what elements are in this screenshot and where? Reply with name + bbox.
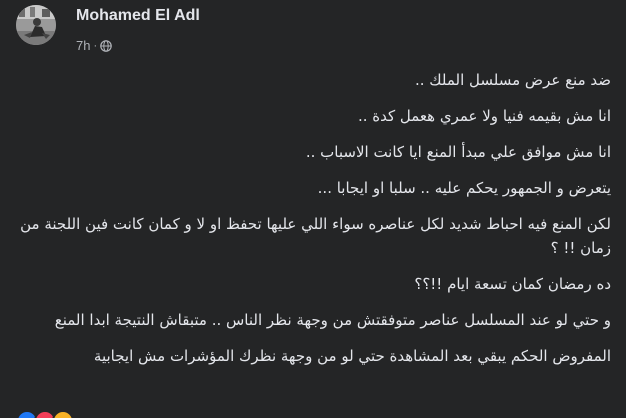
post-paragraph: انا مش موافق علي مبدأ المنع ايا كانت الا…	[305, 143, 611, 161]
author-name[interactable]: Mohamed El Adl	[76, 7, 200, 25]
post-paragraph: لكن المنع فيه احباط شديد لكل عناصره سواء…	[20, 215, 611, 257]
meta-separator: ·	[93, 39, 98, 52]
post-paragraph: ده رمضان كمان تسعة ايام !!؟؟	[414, 275, 611, 293]
post-text: ضد منع عرض مسلسل الملك .. انا مش بقيمه ف…	[15, 68, 611, 380]
haha-icon	[52, 410, 74, 418]
post-meta: 7h ·	[76, 38, 112, 53]
post-paragraph: ضد منع عرض مسلسل الملك ..	[414, 71, 611, 89]
reactions-bar[interactable]	[16, 410, 74, 418]
globe-icon[interactable]	[100, 39, 112, 52]
post-paragraph: و حتي لو عند المسلسل عناصر متوفقتش من وج…	[54, 311, 611, 329]
post-paragraph: يتعرض و الجمهور يحكم عليه .. سلبا او ايج…	[317, 179, 611, 197]
avatar[interactable]	[16, 5, 56, 45]
post-paragraph: انا مش بقيمه فنيا ولا عمري هعمل كدة ..	[357, 107, 611, 125]
post-card: Mohamed El Adl 7h · ضد منع عرض مسلسل الم…	[0, 0, 626, 418]
post-time[interactable]: 7h	[76, 38, 90, 53]
post-paragraph: المفروض الحكم يبقي بعد المشاهدة حتي لو م…	[93, 347, 611, 365]
